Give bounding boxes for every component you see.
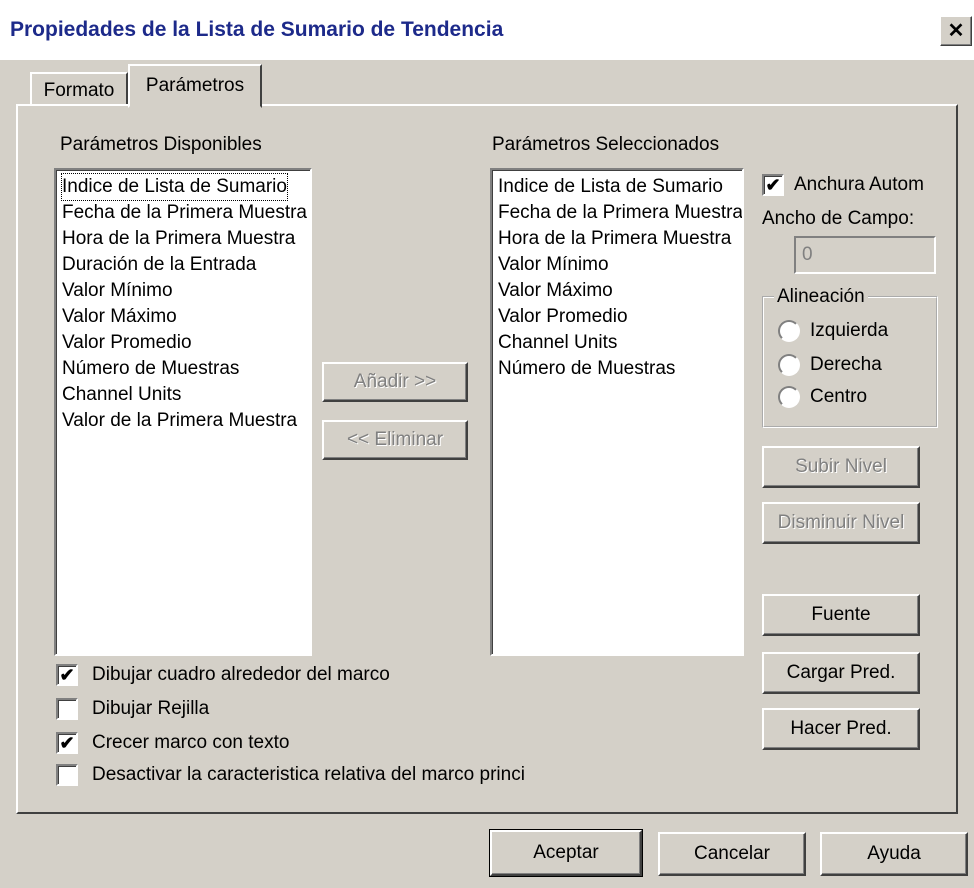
tab-parametros-label: Parámetros — [145, 75, 245, 96]
field-width-input[interactable]: 0 — [794, 236, 936, 274]
radio-izquierda[interactable] — [778, 320, 800, 342]
draw-grid-checkbox[interactable] — [56, 698, 78, 720]
list-item[interactable]: Duración de la Entrada — [62, 252, 256, 278]
list-item[interactable]: Valor Máximo — [498, 278, 613, 304]
disable-relative-checkbox[interactable] — [56, 764, 78, 786]
check-icon: ✔ — [765, 175, 781, 195]
window-title: Propiedades de la Lista de Sumario de Te… — [10, 18, 504, 41]
list-item[interactable]: Channel Units — [498, 330, 617, 356]
radio-izquierda-label: Izquierda — [810, 320, 889, 341]
close-button[interactable]: ✕ — [940, 16, 972, 46]
list-item[interactable]: Valor Promedio — [498, 304, 628, 330]
selected-params-label: Parámetros Seleccionados — [492, 134, 720, 155]
list-item[interactable]: Fecha de la Primera Muestra — [62, 200, 307, 226]
radio-centro[interactable] — [778, 386, 800, 408]
list-item[interactable]: Valor de la Primera Muestra — [62, 408, 297, 434]
move-up-button[interactable]: Subir Nivel — [762, 446, 920, 488]
check-icon: ✔ — [59, 733, 75, 753]
add-button[interactable]: Añadir >> — [322, 362, 468, 402]
field-width-label: Ancho de Campo: — [762, 208, 915, 229]
tab-parametros[interactable]: Parámetros — [128, 64, 262, 108]
disable-relative-label: Desactivar la caracteristica relativa de… — [92, 764, 525, 785]
radio-derecha-label: Derecha — [810, 354, 882, 375]
list-item[interactable]: Valor Promedio — [62, 330, 192, 356]
list-item[interactable]: Indice de Lista de Sumario — [498, 174, 723, 200]
list-item[interactable]: Fecha de la Primera Muestra — [498, 200, 742, 226]
ok-button[interactable]: Aceptar — [489, 829, 643, 877]
grow-frame-checkbox[interactable]: ✔ — [56, 732, 78, 754]
remove-button[interactable]: << Eliminar — [322, 420, 468, 460]
available-params-label: Parámetros Disponibles — [60, 134, 262, 155]
alignment-label: Alineación — [774, 286, 868, 308]
load-default-button[interactable]: Cargar Pred. — [762, 652, 920, 694]
list-item[interactable]: Número de Muestras — [498, 356, 675, 382]
title-bar: Propiedades de la Lista de Sumario de Te… — [0, 0, 974, 60]
list-item[interactable]: Indice de Lista de Sumario — [61, 173, 288, 201]
help-button[interactable]: Ayuda — [820, 832, 968, 876]
radio-derecha[interactable] — [778, 354, 800, 376]
selected-params-list[interactable]: Indice de Lista de Sumario Fecha de la P… — [490, 168, 744, 656]
available-params-list[interactable]: Indice de Lista de Sumario Fecha de la P… — [54, 168, 312, 656]
list-item[interactable]: Hora de la Primera Muestra — [62, 226, 295, 252]
radio-centro-label: Centro — [810, 386, 868, 407]
move-down-button[interactable]: Disminuir Nivel — [762, 502, 920, 544]
cancel-button[interactable]: Cancelar — [658, 832, 806, 876]
list-item[interactable]: Valor Mínimo — [62, 278, 173, 304]
make-default-button[interactable]: Hacer Pred. — [762, 708, 920, 750]
list-item[interactable]: Channel Units — [62, 382, 181, 408]
list-item[interactable]: Número de Muestras — [62, 356, 239, 382]
list-item[interactable]: Valor Máximo — [62, 304, 177, 330]
draw-frame-label: Dibujar cuadro alrededor del marco — [92, 664, 390, 685]
list-item[interactable]: Hora de la Primera Muestra — [498, 226, 731, 252]
draw-grid-label: Dibujar Rejilla — [92, 698, 210, 719]
tab-formato-label: Formato — [43, 80, 115, 101]
grow-frame-label: Crecer marco con texto — [92, 732, 290, 753]
list-item[interactable]: Valor Mínimo — [498, 252, 609, 278]
check-icon: ✔ — [59, 665, 75, 685]
close-icon: ✕ — [947, 20, 965, 42]
font-button[interactable]: Fuente — [762, 594, 920, 636]
draw-frame-checkbox[interactable]: ✔ — [56, 664, 78, 686]
auto-width-label: Anchura Autom — [794, 174, 924, 195]
auto-width-checkbox[interactable]: ✔ — [762, 174, 784, 196]
tab-formato[interactable]: Formato — [30, 72, 128, 106]
